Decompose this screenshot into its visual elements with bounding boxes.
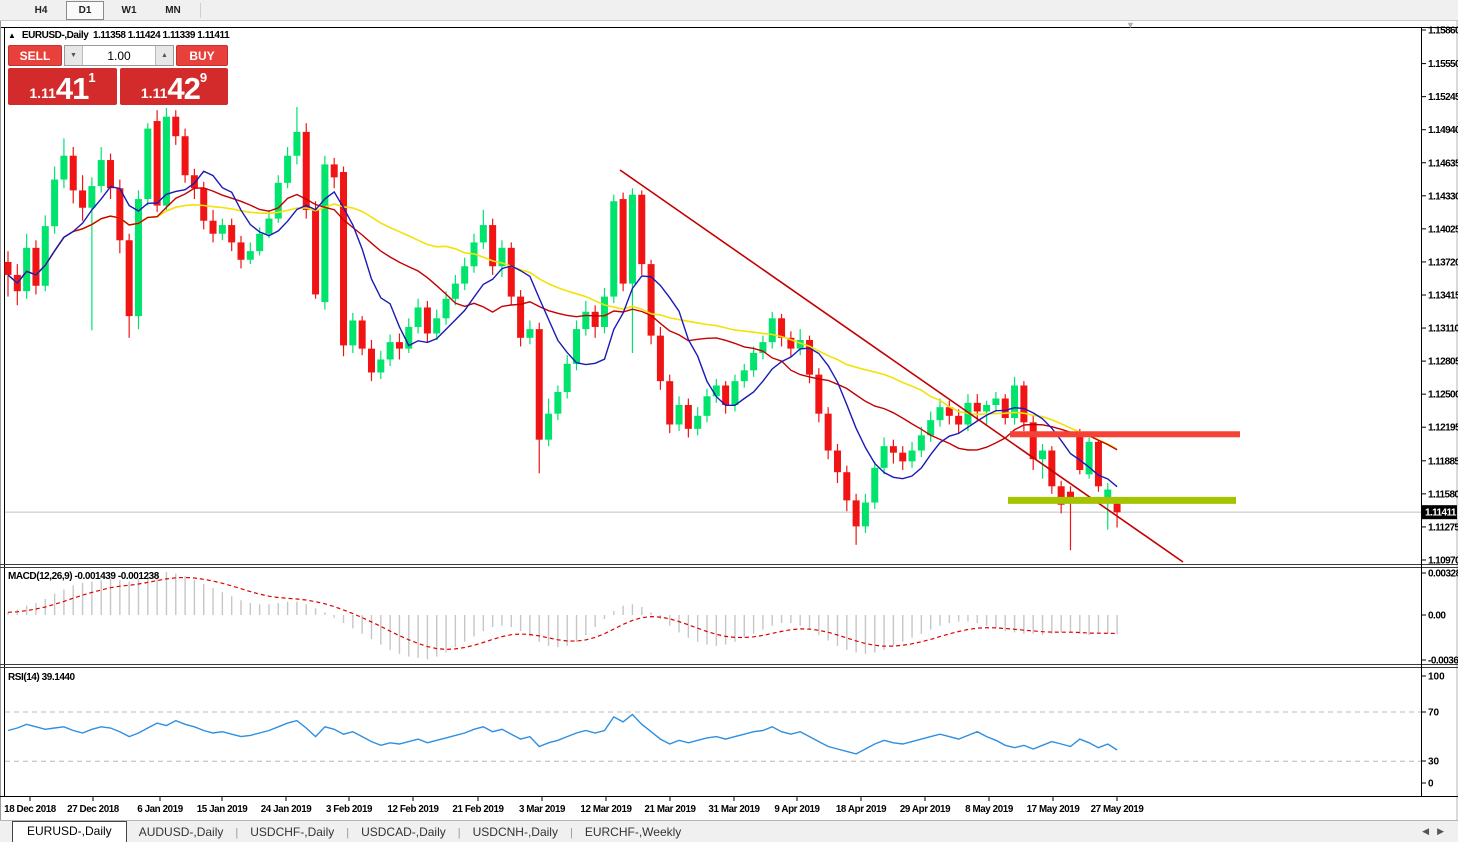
timeframe-button-w1[interactable]: W1	[110, 1, 148, 20]
buy-price-box[interactable]: 1.11 42 9	[120, 68, 228, 105]
volume-spinner: ▼ 1.00 ▲	[64, 45, 174, 66]
time-tick-label: 17 May 2019	[1027, 804, 1081, 815]
timeframe-button-d1[interactable]: D1	[66, 1, 104, 20]
time-tick-label: 31 Mar 2019	[708, 804, 760, 815]
time-tick-label: 9 Apr 2019	[774, 804, 820, 815]
time-tick-label: 12 Feb 2019	[387, 804, 439, 815]
rsi-value: 39.1440	[42, 672, 75, 683]
buy-price-sup: 9	[200, 70, 207, 85]
ma-fast-line	[8, 171, 1117, 486]
sell-button[interactable]: SELL	[8, 45, 62, 66]
current-price-label: 1.11411	[1425, 508, 1457, 519]
price-tick-label: 1.10970	[1428, 555, 1458, 566]
time-tick-label: 27 May 2019	[1091, 804, 1145, 815]
chart-tab-eurusd-daily[interactable]: EURUSD-,Daily	[12, 821, 127, 842]
time-tick-label: 6 Jan 2019	[137, 804, 184, 815]
volume-decrease-icon[interactable]: ▼	[65, 46, 83, 65]
time-tick-label: 21 Feb 2019	[452, 804, 504, 815]
one-click-trading-panel: SELL ▼ 1.00 ▲ BUY 1.11 41 1 1.11 42 9	[8, 45, 228, 105]
macd-name: MACD(12,26,9)	[8, 571, 72, 582]
price-tick-label: 1.12500	[1428, 390, 1458, 401]
rsi-tick-label: 100	[1428, 672, 1445, 683]
time-tick-label: 27 Dec 2018	[67, 804, 120, 815]
macd-tick-label: 0.00	[1428, 611, 1446, 622]
sell-price-big: 41	[56, 72, 88, 105]
time-tick-label: 24 Jan 2019	[261, 804, 313, 815]
price-tick-label: 1.14635	[1428, 158, 1458, 169]
price-tick-label: 1.13720	[1428, 257, 1458, 268]
timeframe-toolbar: H4 D1 W1 MN	[0, 0, 1458, 21]
buy-price-big: 42	[167, 72, 199, 105]
toolbar-separator	[200, 3, 201, 18]
resistance-level-bar[interactable]	[1010, 431, 1240, 437]
mt4-window: H4D1W1MN 1.158601.155501.152451.149401.1…	[0, 0, 1458, 842]
price-tick-label: 1.15550	[1428, 59, 1458, 70]
macd-tick-label: 0.00328	[1428, 569, 1458, 580]
price-tick-label: 1.15245	[1428, 92, 1458, 103]
candlesticks	[5, 107, 1121, 550]
rsi-line	[8, 715, 1117, 754]
time-tick-label: 8 May 2019	[965, 804, 1014, 815]
timeframe-button-mn[interactable]: MN	[154, 1, 192, 20]
price-tick-label: 1.12195	[1428, 423, 1458, 434]
price-tick-label: 1.12805	[1428, 357, 1458, 368]
price-tick-label: 1.14330	[1428, 191, 1458, 202]
chart-tab-usdcnh-daily[interactable]: USDCNH-,Daily	[461, 823, 570, 842]
chart-scroll-marker-icon[interactable]: ▼	[1126, 20, 1135, 30]
rsi-pane-label: RSI(14) 39.1440	[8, 672, 75, 683]
price-tick-label: 1.15860	[1428, 26, 1458, 37]
rsi-tick-label: 70	[1428, 708, 1440, 719]
tab-scroll-arrows[interactable]: ◀▶	[1422, 826, 1452, 837]
chart-symbol-label: EURUSD-,Daily	[22, 30, 88, 41]
tab-scroll-right-icon[interactable]: ▶	[1437, 826, 1452, 836]
macd-tick-label: -0.00365	[1428, 656, 1458, 667]
price-tick-label: 1.14025	[1428, 224, 1458, 235]
sell-price-small: 1.11	[29, 85, 55, 105]
volume-increase-icon[interactable]: ▲	[155, 46, 173, 65]
buy-price-small: 1.11	[141, 85, 167, 105]
buy-button[interactable]: BUY	[176, 45, 228, 66]
chart-tab-bar: EURUSD-,DailyAUDUSD-,Daily|USDCHF-,Daily…	[0, 820, 1458, 842]
time-tick-label: 3 Feb 2019	[326, 804, 373, 815]
time-tick-label: 12 Mar 2019	[580, 804, 632, 815]
time-tick-label: 18 Dec 2018	[4, 804, 57, 815]
sell-price-box[interactable]: 1.11 41 1	[8, 68, 117, 105]
macd-main-value: -0.001439	[75, 571, 116, 582]
price-tick-label: 1.11580	[1428, 489, 1458, 500]
price-tick-label: 1.11885	[1428, 456, 1458, 467]
timeframe-button-h4[interactable]: H4	[22, 1, 60, 20]
price-tick-label: 1.11275	[1428, 522, 1458, 533]
rsi-name: RSI(14)	[8, 672, 39, 683]
chart-header: ▲ EURUSD-,Daily 1.11358 1.11424 1.11339 1…	[8, 30, 229, 41]
volume-field[interactable]: 1.00	[83, 46, 155, 65]
expand-triangle-icon[interactable]: ▲	[8, 31, 16, 40]
macd-pane-label: MACD(12,26,9) -0.001439 -0.001238	[8, 571, 159, 582]
time-tick-label: 18 Apr 2019	[836, 804, 887, 815]
sell-price-sup: 1	[88, 70, 95, 85]
price-chart-canvas[interactable]: 1.15860 1.15550 1.15245 1.14940 1.14635 1.143…	[0, 0, 1458, 842]
tab-scroll-left-icon[interactable]: ◀	[1422, 826, 1437, 836]
support-level-bar[interactable]	[1008, 497, 1236, 504]
chart-ohlc-values: 1.11358 1.11424 1.11339 1.11411	[93, 30, 229, 41]
price-tick-label: 1.14940	[1428, 125, 1458, 136]
time-tick-label: 3 Mar 2019	[519, 804, 566, 815]
macd-histogram	[8, 572, 1117, 659]
chart-tab-eurchf-weekly[interactable]: EURCHF-,Weekly	[573, 823, 693, 842]
time-tick-label: 29 Apr 2019	[900, 804, 951, 815]
macd-signal-line	[8, 578, 1117, 650]
price-tick-label: 1.13110	[1428, 324, 1458, 335]
macd-signal-value: -0.001238	[118, 571, 159, 582]
time-tick-label: 15 Jan 2019	[197, 804, 249, 815]
time-tick-label: 21 Mar 2019	[644, 804, 696, 815]
price-tick-label: 1.13415	[1428, 290, 1458, 301]
chart-tab-usdchf-daily[interactable]: USDCHF-,Daily	[238, 823, 346, 842]
rsi-tick-label: 30	[1428, 757, 1440, 768]
rsi-tick-label: 0	[1428, 779, 1434, 790]
chart-tab-audusd-daily[interactable]: AUDUSD-,Daily	[127, 823, 236, 842]
chart-tab-usdcad-daily[interactable]: USDCAD-,Daily	[349, 823, 458, 842]
